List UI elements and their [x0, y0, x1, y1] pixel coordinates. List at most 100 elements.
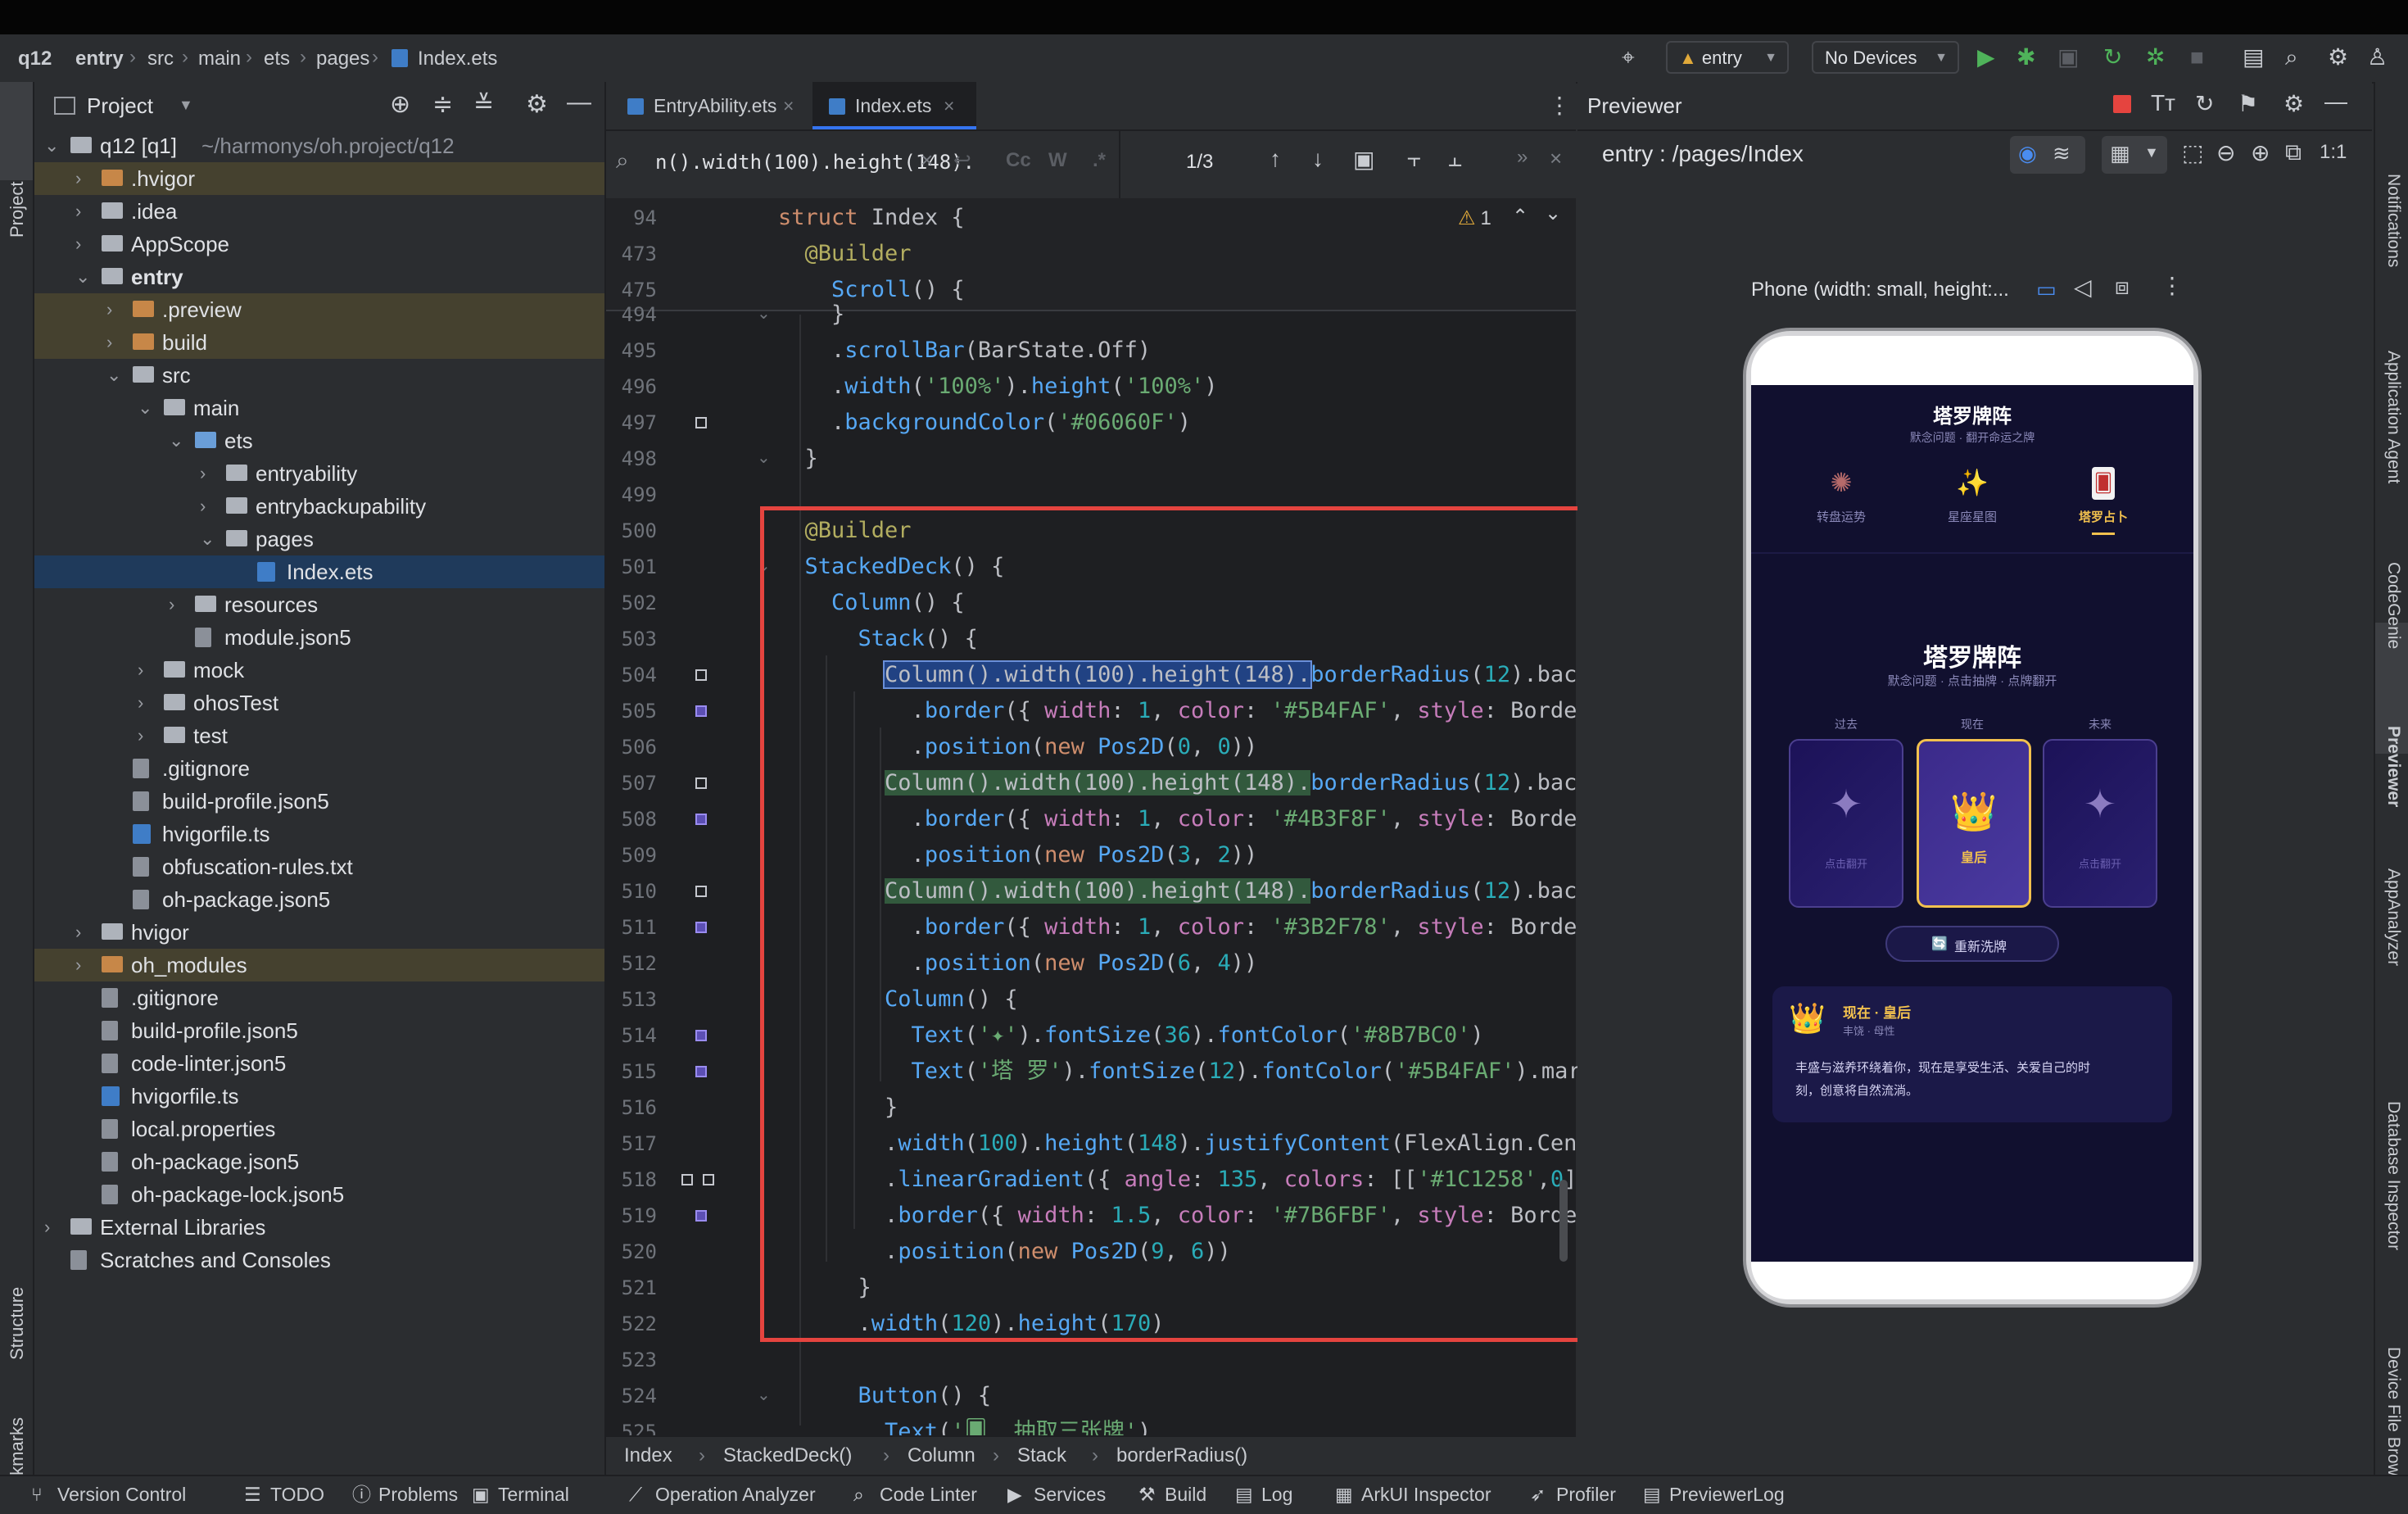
zoom-out-icon[interactable]: ⊖	[2216, 139, 2235, 166]
chevron-down-icon[interactable]: ⌄	[169, 424, 183, 457]
color-swatch-icon[interactable]	[695, 669, 707, 681]
tree-item[interactable]: build-profile.json5	[34, 1014, 604, 1047]
chevron-right-icon[interactable]: ›	[75, 195, 81, 228]
more-icon[interactable]: ⋮	[1548, 92, 1571, 119]
tool-notifications[interactable]: Notifications	[2383, 174, 2403, 267]
chevron-right-icon[interactable]: ›	[75, 949, 81, 981]
tab-wheel[interactable]: ✺ 转盘运势	[1792, 467, 1890, 533]
gear-icon[interactable]: ⚙	[2284, 90, 2304, 117]
zoom-in-icon[interactable]: ⊕	[2251, 139, 2270, 166]
tool-arkui-inspector[interactable]: ArkUI Inspector	[1361, 1476, 1491, 1512]
crumb-file[interactable]: Index.ets	[418, 48, 497, 70]
select-all-icon[interactable]: ▣	[1353, 146, 1374, 173]
chevron-down-icon[interactable]: ▼	[179, 97, 193, 114]
stop-preview-icon[interactable]	[2113, 95, 2131, 113]
tool-build[interactable]: Build	[1165, 1476, 1206, 1512]
tree-item[interactable]: › entryability	[34, 457, 604, 490]
tree-item[interactable]: › ohosTest	[34, 687, 604, 719]
close-icon[interactable]: ×	[1550, 146, 1562, 171]
more-icon[interactable]: ⋮	[2161, 272, 2184, 299]
target-icon[interactable]: ⌖	[1622, 44, 1635, 70]
tool-code-linter[interactable]: Code Linter	[880, 1476, 977, 1512]
tree-item[interactable]: › build	[34, 326, 604, 359]
tree-item[interactable]: .gitignore	[34, 981, 604, 1014]
crumb-ets[interactable]: ets	[264, 48, 290, 70]
tree-item[interactable]: › .idea	[34, 195, 604, 228]
tab-star[interactable]: ✨ 星座星图	[1923, 467, 2021, 533]
chevron-right-icon[interactable]: ›	[138, 719, 143, 752]
code-line[interactable]: 497 .backgroundColor('#06060F')	[606, 405, 1576, 441]
filter-icon[interactable]: ⫠	[1448, 146, 1462, 173]
collapse-all-icon[interactable]: ≚	[473, 90, 494, 119]
tool-problems[interactable]: Problems	[378, 1476, 458, 1512]
code-line[interactable]: 473 @Builder	[606, 236, 1576, 272]
reshuffle-button[interactable]: 🔄 重新洗牌	[1885, 926, 2059, 962]
color-swatch-icon[interactable]	[681, 1174, 693, 1185]
preview-mode-toggle[interactable]: ◉ ≋	[2010, 136, 2085, 174]
gear-icon[interactable]: ⚙	[526, 90, 548, 119]
tree-item[interactable]: Scratches and Consoles	[34, 1244, 604, 1276]
fold-icon[interactable]: ⌄	[757, 1385, 771, 1405]
code-line[interactable]: 498 }	[606, 441, 1576, 477]
color-swatch-icon[interactable]	[695, 1210, 707, 1222]
tree-item[interactable]: ⌄ ets	[34, 424, 604, 457]
tree-item[interactable]: ⌄ entry	[34, 261, 604, 293]
tree-item[interactable]: oh-package.json5	[34, 1145, 604, 1178]
device-select[interactable]: No Devices ▼	[1812, 41, 1959, 74]
stop-icon[interactable]: ■	[2190, 44, 2204, 70]
back-icon[interactable]: ◁	[2074, 274, 2092, 301]
chevron-down-icon[interactable]: ⌄	[200, 523, 215, 555]
one-to-one-icon[interactable]: 1:1	[2320, 141, 2347, 164]
crumb-pages[interactable]: pages	[316, 48, 369, 70]
fold-icon[interactable]: ⌄	[757, 303, 771, 324]
tree-item[interactable]: oh-package-lock.json5	[34, 1178, 604, 1211]
tree-item[interactable]: module.json5	[34, 621, 604, 654]
run-icon[interactable]: ▶	[1977, 44, 1995, 70]
tree-item[interactable]: › test	[34, 719, 604, 752]
tree-item[interactable]: › mock	[34, 654, 604, 687]
color-swatch-icon[interactable]	[695, 417, 707, 428]
chevron-right-icon[interactable]: ›	[75, 916, 81, 949]
tree-item[interactable]: hvigorfile.ts	[34, 818, 604, 850]
gear-icon[interactable]: ⚙	[2328, 44, 2348, 70]
replace-icon[interactable]: ↩	[953, 147, 971, 173]
chevron-down-icon[interactable]: ⌄	[44, 129, 59, 162]
crumb-main[interactable]: main	[198, 48, 241, 70]
run-config-select[interactable]: ▲ entry ▼	[1666, 41, 1789, 74]
inspect-icon[interactable]: ⚑	[2238, 90, 2258, 117]
crumb-project[interactable]: q12	[18, 48, 52, 70]
color-swatch-icon[interactable]	[695, 777, 707, 789]
tree-item[interactable]: local.properties	[34, 1113, 604, 1145]
search-icon[interactable]: ⌕	[2285, 44, 2298, 70]
editor-breadcrumb[interactable]: StackedDeck()	[723, 1437, 852, 1475]
minimize-icon[interactable]: —	[567, 88, 591, 116]
debug-icon[interactable]: ✱	[2016, 44, 2035, 70]
account-icon[interactable]: ♙	[2367, 44, 2388, 70]
tool-services[interactable]: Services	[1034, 1476, 1106, 1512]
tool-log[interactable]: Log	[1261, 1476, 1292, 1512]
chevron-right-icon[interactable]: ›	[200, 457, 206, 490]
chevron-right-icon[interactable]: ›	[75, 228, 81, 261]
close-icon[interactable]: ×	[944, 82, 954, 129]
chevron-right-icon[interactable]: ›	[106, 293, 112, 326]
tool-operation-analyzer[interactable]: Operation Analyzer	[655, 1476, 816, 1512]
font-size-icon[interactable]: Tт	[2151, 90, 2175, 116]
tree-item[interactable]: ⌄ pages	[34, 523, 604, 555]
warning-indicator[interactable]: ⚠ 1	[1458, 206, 1491, 230]
color-swatch-icon[interactable]	[703, 1174, 714, 1185]
chevron-right-icon[interactable]: ›	[138, 654, 143, 687]
tab-tarot[interactable]: 🂠 塔罗占卜	[2054, 467, 2152, 541]
color-swatch-icon[interactable]	[695, 886, 707, 897]
tarot-card-future[interactable]: ✦ 点击翻开	[2043, 739, 2157, 908]
add-selection-icon[interactable]: ⫟	[1407, 146, 1421, 173]
tree-item[interactable]: › oh_modules	[34, 949, 604, 981]
color-swatch-icon[interactable]	[695, 922, 707, 933]
arrow-up-icon[interactable]: ↑	[1270, 146, 1281, 172]
tarot-card-past[interactable]: ✦ 点击翻开	[1789, 739, 1903, 908]
chevron-down-icon[interactable]: ⌄	[138, 392, 152, 424]
fit-icon[interactable]: ⬚	[2182, 139, 2203, 166]
clear-icon[interactable]: ×	[921, 147, 933, 173]
chevron-right-icon[interactable]: ›	[75, 162, 81, 195]
chevron-down-icon[interactable]: ⌄	[1545, 202, 1561, 225]
tool-project[interactable]: Project	[7, 182, 28, 238]
